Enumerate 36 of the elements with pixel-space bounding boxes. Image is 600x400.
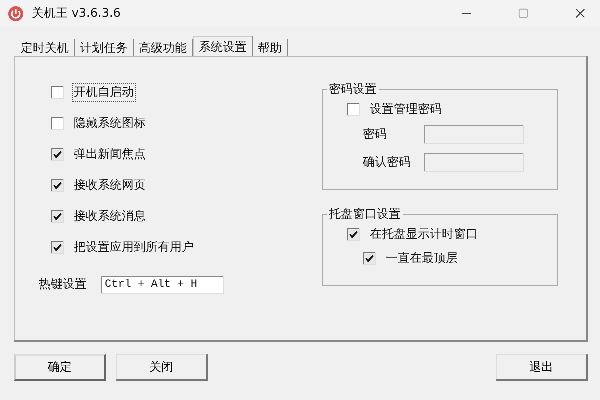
hotkey-label: 热键设置 (38, 276, 88, 293)
checkbox-label[interactable]: 接收系统消息 (72, 207, 148, 226)
tab[interactable]: 计划任务 (75, 39, 134, 56)
checkbox[interactable] (51, 86, 64, 99)
password-field[interactable] (424, 152, 524, 172)
group-title: 托盘窗口设置 (328, 206, 402, 223)
field-label: 确认密码 (363, 154, 412, 170)
close-icon[interactable] (575, 8, 586, 19)
checkbox[interactable] (51, 148, 64, 161)
group-title: 密码设置 (328, 81, 378, 98)
checkbox-label[interactable]: 在托盘显示计时窗口 (368, 224, 480, 244)
dialog-button[interactable]: 确定 (14, 354, 106, 381)
checkbox-label[interactable]: 接收系统网页 (72, 176, 148, 195)
checkbox-label[interactable]: 隐藏系统图标 (72, 114, 148, 133)
checkbox[interactable] (347, 102, 360, 116)
checkbox[interactable] (51, 117, 64, 130)
checkbox-label[interactable]: 把设置应用到所有用户 (72, 238, 196, 257)
checkbox[interactable] (363, 252, 376, 264)
password-field[interactable] (424, 124, 524, 144)
checkbox-label[interactable]: 弹出新闻焦点 (72, 145, 148, 164)
tab[interactable]: 定时关机 (16, 39, 75, 56)
checkbox[interactable] (51, 179, 64, 192)
hotkey-field[interactable]: Ctrl + Alt + H (101, 276, 224, 294)
dialog-button[interactable]: 关闭 (116, 354, 208, 381)
power-icon (8, 6, 24, 22)
tab[interactable]: 系统设置 (193, 36, 253, 56)
dialog-button[interactable]: 退出 (496, 354, 588, 381)
checkbox[interactable] (347, 228, 360, 240)
checkbox-label[interactable]: 一直在最顶层 (384, 248, 460, 268)
checkbox[interactable] (51, 241, 64, 254)
tab[interactable]: 帮助 (253, 39, 288, 56)
field-label: 密码 (363, 126, 388, 142)
checkbox[interactable] (51, 210, 64, 223)
window-title: 关机王 v3.6.3.6 (32, 5, 121, 22)
checkbox-label[interactable]: 开机自启动 (72, 83, 136, 102)
checkbox-label[interactable]: 设置管理密码 (368, 100, 444, 118)
